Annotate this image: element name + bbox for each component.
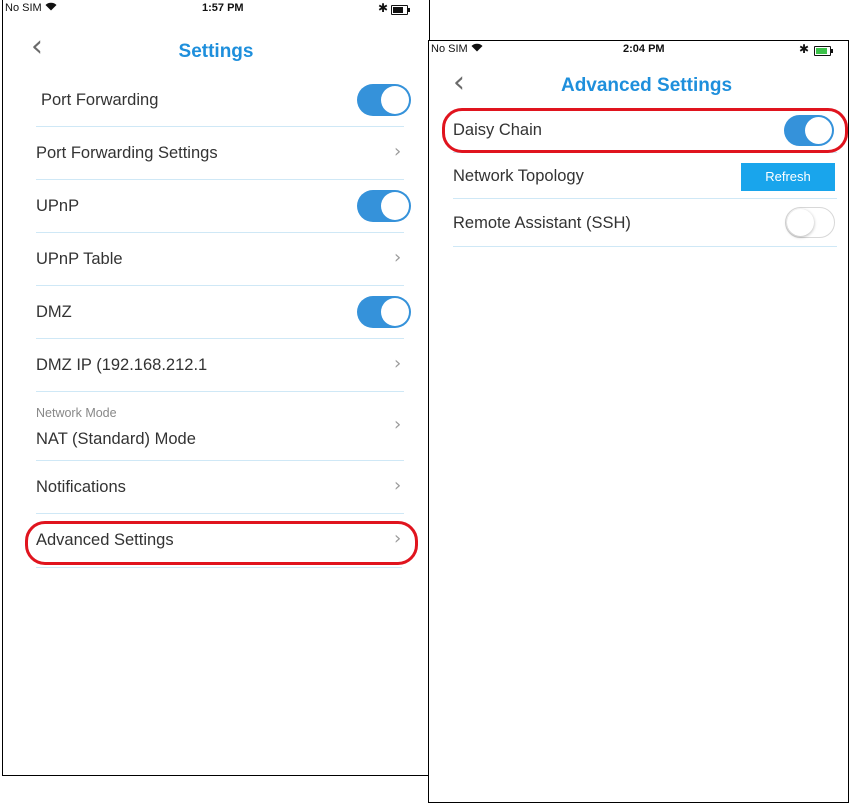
row-dmz-ip[interactable]: DMZ IP (192.168.212.1 › [36,339,404,392]
row-dmz: DMZ [36,286,411,339]
bluetooth-icon: ✱ [799,42,810,56]
chevron-right-icon: › [394,353,402,374]
row-label: DMZ [36,303,72,321]
nav-bar: ‹ Advanced Settings [429,66,848,106]
port-forwarding-toggle[interactable] [357,84,411,116]
row-remote-assistant: Remote Assistant (SSH) [453,199,837,247]
row-label: Notifications [36,478,126,496]
battery-icon [391,5,410,15]
row-upnp: UPnP [36,180,411,233]
row-network-topology: Network Topology Refresh [453,153,837,199]
row-network-mode[interactable]: Network Mode NAT (Standard) Mode › [36,392,404,461]
refresh-button[interactable]: Refresh [741,163,835,191]
bluetooth-icon: ✱ [378,1,389,15]
chevron-right-icon: › [394,414,402,435]
row-label: UPnP Table [36,250,123,268]
status-bar: No SIM 2:04 PM ✱ [429,41,848,61]
highlight-advanced-settings [25,521,418,565]
chevron-right-icon: › [394,141,402,162]
highlight-daisy-chain [442,108,848,153]
remote-assistant-toggle[interactable] [785,207,835,238]
row-label: NAT (Standard) Mode [36,430,196,448]
nav-bar: ‹ Settings [3,30,429,70]
row-sublabel: Network Mode [36,406,117,420]
advanced-settings-screen: No SIM 2:04 PM ✱ ‹ Advanced Settings Dai… [428,40,849,803]
row-port-forwarding-settings[interactable]: Port Forwarding Settings › [36,127,404,180]
row-label: Port Forwarding [41,91,159,109]
carrier-label: No SIM [431,43,483,55]
wifi-icon [471,43,483,55]
row-label: UPnP [36,197,80,215]
chevron-right-icon: › [394,475,402,496]
page-title: Settings [178,41,254,62]
status-time: 2:04 PM [623,43,665,55]
battery-icon [814,46,833,56]
row-port-forwarding: Port Forwarding [36,74,411,127]
row-notifications[interactable]: Notifications › [36,461,404,514]
row-label: Port Forwarding Settings [36,144,218,162]
upnp-toggle[interactable] [357,190,411,222]
row-label: DMZ IP (192.168.212.1 [36,356,208,374]
row-label: Network Topology [453,167,584,185]
status-time: 1:57 PM [202,2,244,14]
carrier-label: No SIM [5,2,57,14]
dmz-toggle[interactable] [357,296,411,328]
status-bar: No SIM 1:57 PM ✱ [3,0,429,20]
settings-screen: No SIM 1:57 PM ✱ ‹ Settings Port Forward… [2,0,430,776]
wifi-icon [45,2,57,14]
chevron-right-icon: › [394,247,402,268]
row-upnp-table[interactable]: UPnP Table › [36,233,404,286]
row-label: Remote Assistant (SSH) [453,214,631,232]
page-title: Advanced Settings [560,75,733,96]
